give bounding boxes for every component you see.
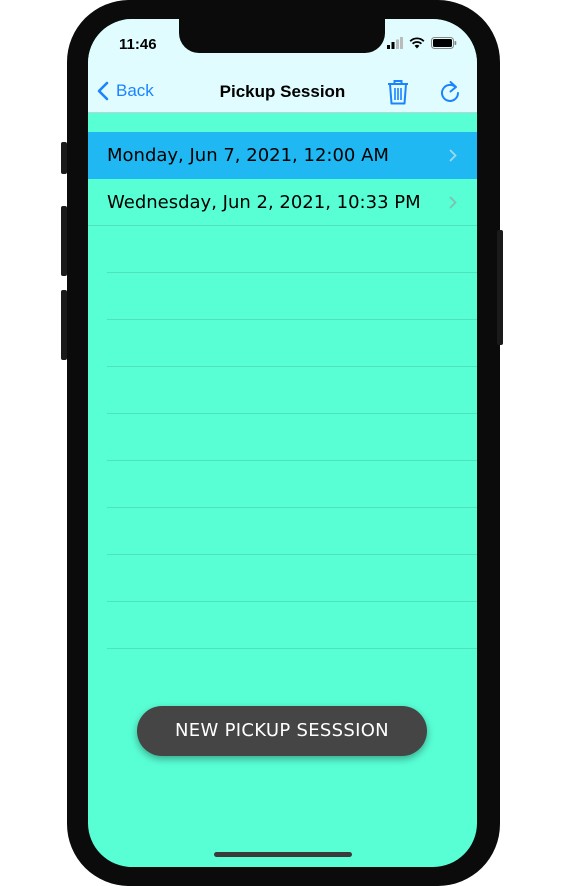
session-label: Wednesday, Jun 2, 2021, 10:33 PM xyxy=(107,192,421,213)
status-icons xyxy=(387,37,457,49)
new-pickup-session-button[interactable]: NEW PICKUP SESSSION xyxy=(137,706,427,756)
volume-up-button xyxy=(61,206,67,276)
chevron-right-icon xyxy=(449,149,457,162)
status-time: 11:46 xyxy=(119,36,157,53)
empty-row xyxy=(107,461,477,508)
wifi-icon xyxy=(409,37,425,49)
session-label: Monday, Jun 7, 2021, 12:00 AM xyxy=(107,145,389,166)
trash-icon[interactable] xyxy=(386,78,410,106)
home-indicator[interactable] xyxy=(214,852,352,857)
power-button xyxy=(497,230,503,345)
session-list: Monday, Jun 7, 2021, 12:00 AM Wednesday,… xyxy=(88,132,477,649)
empty-row xyxy=(107,414,477,461)
empty-row xyxy=(107,320,477,367)
navigation-bar: Back Pickup Session xyxy=(88,74,477,113)
screen: 11:46 Back Pickup Session Monday, Jun 7,… xyxy=(88,19,477,867)
empty-row xyxy=(107,508,477,555)
empty-row xyxy=(107,367,477,414)
empty-row xyxy=(107,602,477,649)
mute-switch xyxy=(61,142,67,174)
list-item[interactable]: Monday, Jun 7, 2021, 12:00 AM xyxy=(88,132,477,179)
battery-icon xyxy=(431,37,457,49)
notch xyxy=(179,19,385,53)
signal-icon xyxy=(387,37,403,49)
empty-row xyxy=(107,555,477,602)
empty-row xyxy=(107,273,477,320)
refresh-icon[interactable] xyxy=(438,78,462,106)
empty-row xyxy=(107,226,477,273)
page-title: Pickup Session xyxy=(219,82,346,101)
volume-down-button xyxy=(61,290,67,360)
chevron-right-icon xyxy=(449,196,457,209)
list-item[interactable]: Wednesday, Jun 2, 2021, 10:33 PM xyxy=(88,179,477,226)
